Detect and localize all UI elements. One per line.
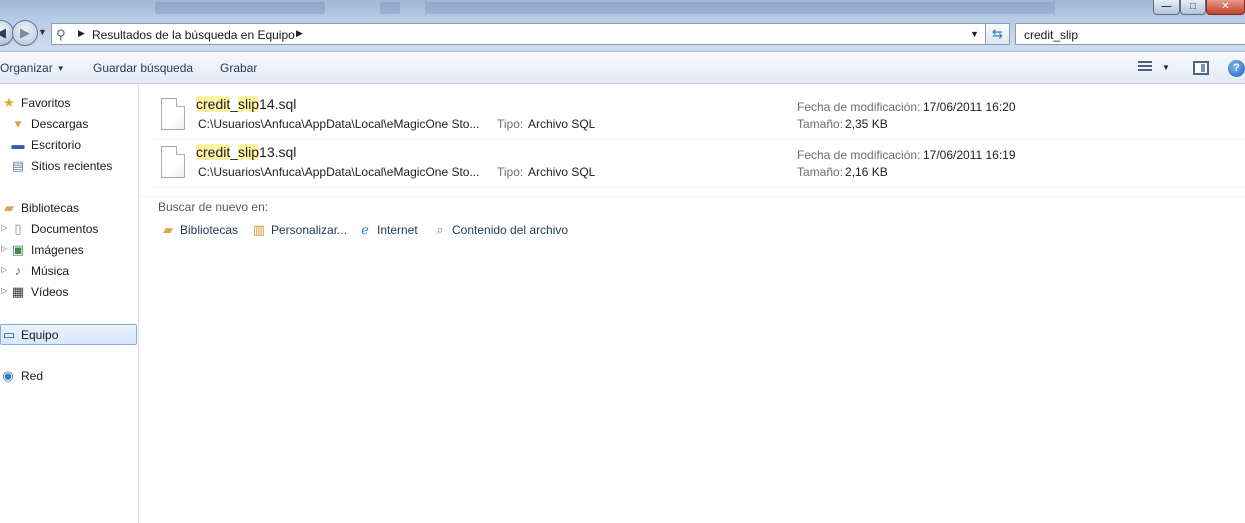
preview-pane-button[interactable] bbox=[1193, 61, 1209, 75]
network-icon: ◉ bbox=[2, 368, 14, 383]
nav-libraries[interactable]: ▰ Bibliotecas bbox=[0, 198, 137, 218]
expand-icon[interactable]: ▷ bbox=[1, 244, 7, 253]
nav-favorites[interactable]: ★ Favoritos bbox=[0, 93, 137, 113]
libraries-icon: ▰ bbox=[4, 200, 14, 215]
desktop-icon: ▬ bbox=[11, 137, 25, 152]
custom-folder-icon: ▥ bbox=[252, 222, 266, 237]
documents-icon: ▯ bbox=[14, 221, 22, 236]
pictures-icon: ▣ bbox=[11, 242, 25, 257]
breadcrumb-separator-icon[interactable]: ▶ bbox=[78, 28, 85, 39]
result-type-label: Tipo: bbox=[497, 165, 524, 179]
taskbar-ghost-strip bbox=[155, 0, 1055, 18]
ghost-window-title bbox=[155, 2, 325, 14]
sql-file-icon bbox=[161, 98, 185, 130]
result-modified-label: Fecha de modificación: bbox=[797, 100, 921, 114]
result-item[interactable]: credit_slip14.sql C:\Usuarios\Anfuca\App… bbox=[153, 92, 1245, 140]
ghost-icon bbox=[380, 2, 400, 14]
nav-desktop[interactable]: ▬ Escritorio bbox=[0, 135, 137, 155]
computer-icon: ▭ bbox=[2, 327, 16, 342]
result-item[interactable]: credit_slip13.sql C:\Usuarios\Anfuca\App… bbox=[153, 140, 1245, 188]
libraries-icon: ▰ bbox=[163, 222, 173, 237]
search-again-internet[interactable]: ℯ Internet bbox=[357, 222, 418, 240]
organize-button[interactable]: Organizar ▼ bbox=[0, 61, 65, 75]
music-icon: ♪ bbox=[14, 263, 22, 278]
nav-music[interactable]: ▷ ♪ Música bbox=[0, 261, 137, 281]
result-file-name[interactable]: credit_slip14.sql bbox=[196, 96, 296, 112]
address-bar[interactable]: ⚲ ▶ Resultados de la búsqueda en Equipo … bbox=[51, 23, 986, 45]
videos-icon: ▦ bbox=[11, 284, 25, 299]
command-bar: Organizar ▼ Guardar búsqueda Grabar ▼ ? bbox=[0, 52, 1245, 84]
breadcrumb-separator-icon[interactable]: ▶ bbox=[296, 28, 303, 39]
view-options-dropdown[interactable]: ▼ bbox=[1162, 63, 1170, 72]
recent-pages-dropdown[interactable]: ▼ bbox=[38, 27, 47, 37]
result-file-path: C:\Usuarios\Anfuca\AppData\Local\eMagicO… bbox=[198, 165, 480, 179]
help-button[interactable]: ? bbox=[1228, 60, 1245, 77]
result-type-label: Tipo: bbox=[497, 117, 524, 131]
search-again-file-contents[interactable]: ⌕ Contenido del archivo bbox=[432, 222, 568, 240]
result-file-path: C:\Usuarios\Anfuca\AppData\Local\eMagicO… bbox=[198, 117, 480, 131]
navigation-pane: ★ Favoritos ▾ Descargas ▬ Escritorio ▤ S… bbox=[0, 84, 139, 523]
expand-icon[interactable]: ▷ bbox=[1, 265, 7, 274]
minimize-button[interactable]: — bbox=[1153, 0, 1180, 15]
burn-button[interactable]: Grabar bbox=[220, 61, 257, 75]
nav-pictures[interactable]: ▷ ▣ Imágenes bbox=[0, 240, 137, 260]
change-view-icon[interactable] bbox=[1138, 61, 1152, 75]
nav-videos[interactable]: ▷ ▦ Vídeos bbox=[0, 282, 137, 302]
result-modified-value: 17/06/2011 16:19 bbox=[923, 148, 1016, 162]
expand-icon[interactable]: ▷ bbox=[1, 286, 7, 295]
address-history-dropdown[interactable]: ▼ bbox=[970, 29, 979, 39]
search-input[interactable]: credit_slip bbox=[1015, 23, 1245, 45]
nav-recent-places[interactable]: ▤ Sitios recientes bbox=[0, 156, 137, 176]
refresh-icon: ⇆ bbox=[992, 26, 1003, 41]
result-size-label: Tamaño: bbox=[797, 117, 844, 131]
result-file-name[interactable]: credit_slip13.sql bbox=[196, 144, 296, 160]
result-type-value: Archivo SQL bbox=[528, 165, 596, 179]
title-and-address-bar: — □ ✕ ◀ ▶ ▼ ⚲ ▶ Resultados de la búsqued… bbox=[0, 0, 1245, 52]
search-again-custom[interactable]: ▥ Personalizar... bbox=[251, 222, 347, 240]
search-again-title: Buscar de nuevo en: bbox=[158, 200, 269, 214]
star-icon: ★ bbox=[3, 95, 15, 110]
nav-documents[interactable]: ▷ ▯ Documentos bbox=[0, 219, 137, 239]
maximize-button[interactable]: □ bbox=[1180, 0, 1206, 15]
chevron-down-icon: ▼ bbox=[56, 64, 65, 73]
ghost-window-title bbox=[425, 2, 1055, 14]
recent-places-icon: ▤ bbox=[11, 158, 25, 173]
nav-network[interactable]: ◉ Red bbox=[0, 366, 137, 386]
forward-button[interactable]: ▶ bbox=[12, 20, 38, 46]
downloads-folder-icon: ▾ bbox=[14, 116, 22, 131]
internet-explorer-icon: ℯ bbox=[361, 222, 369, 237]
refresh-button[interactable]: ⇆ bbox=[986, 23, 1010, 45]
sql-file-icon bbox=[161, 146, 185, 178]
search-value: credit_slip bbox=[1024, 28, 1079, 42]
arrow-right-icon: ▶ bbox=[20, 25, 30, 40]
nav-downloads[interactable]: ▾ Descargas bbox=[0, 114, 137, 134]
result-modified-label: Fecha de modificación: bbox=[797, 148, 921, 162]
result-size-value: 2,16 KB bbox=[845, 165, 888, 179]
result-size-value: 2,35 KB bbox=[845, 117, 888, 131]
close-button[interactable]: ✕ bbox=[1206, 0, 1245, 15]
result-type-value: Archivo SQL bbox=[528, 117, 596, 131]
result-modified-value: 17/06/2011 16:20 bbox=[923, 100, 1016, 114]
file-contents-icon: ⌕ bbox=[436, 222, 444, 237]
breadcrumb-search-results[interactable]: Resultados de la búsqueda en Equipo bbox=[92, 28, 295, 42]
search-folder-icon: ⚲ bbox=[56, 27, 66, 42]
divider bbox=[140, 196, 1245, 197]
search-results-pane: credit_slip14.sql C:\Usuarios\Anfuca\App… bbox=[140, 84, 1245, 523]
nav-computer[interactable]: ▭ Equipo bbox=[0, 324, 137, 345]
result-size-label: Tamaño: bbox=[797, 165, 844, 179]
expand-icon[interactable]: ▷ bbox=[1, 223, 7, 232]
save-search-button[interactable]: Guardar búsqueda bbox=[93, 61, 193, 75]
search-again-libraries[interactable]: ▰ Bibliotecas bbox=[160, 222, 238, 240]
